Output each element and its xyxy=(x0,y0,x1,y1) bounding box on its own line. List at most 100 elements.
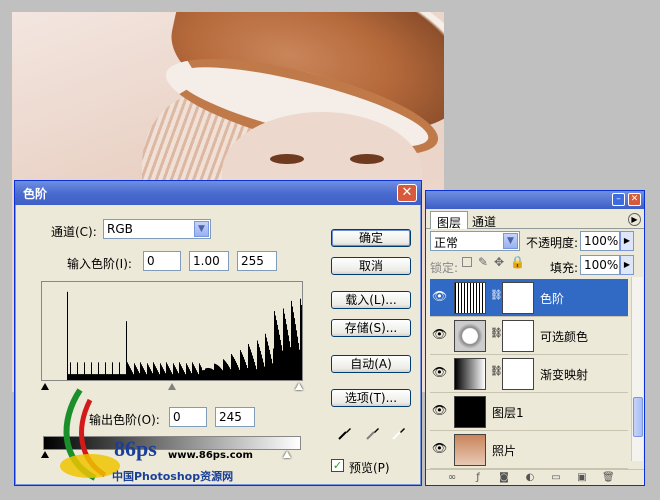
histogram-bar xyxy=(165,373,166,380)
layers-scrollbar[interactable] xyxy=(631,277,643,461)
cancel-button[interactable]: 取消 xyxy=(331,257,411,275)
layer-style-icon[interactable]: ƒ xyxy=(472,472,484,484)
histogram-bar xyxy=(233,357,234,380)
histogram-bar xyxy=(149,367,150,380)
histogram-bar xyxy=(278,329,279,380)
output-white-slider[interactable] xyxy=(283,451,291,458)
layer-row[interactable]: 👁 ⛓ 可选颜色 xyxy=(430,317,628,355)
tab-channels[interactable]: 通道 xyxy=(466,211,502,229)
mask-link-icon[interactable]: ⛓ xyxy=(490,366,503,377)
visibility-eye-icon[interactable]: 👁 xyxy=(432,403,448,419)
histogram-bar xyxy=(287,329,288,380)
mask-link-icon[interactable]: ⛓ xyxy=(490,328,503,339)
input-black-slider[interactable] xyxy=(41,383,49,390)
histogram-bar xyxy=(192,362,193,380)
histogram-bar xyxy=(232,355,233,380)
left-eye-shape xyxy=(270,154,304,164)
visibility-eye-icon[interactable]: 👁 xyxy=(432,441,448,457)
layer-mask-thumbnail[interactable] xyxy=(502,358,534,390)
layer-mask-thumbnail[interactable] xyxy=(502,282,534,314)
visibility-eye-icon[interactable]: 👁 xyxy=(432,365,448,381)
tab-layers[interactable]: 图层 xyxy=(430,211,469,230)
fill-field[interactable]: 100% xyxy=(580,255,620,275)
channel-select[interactable]: RGB ▼ xyxy=(103,219,211,239)
preview-checkbox[interactable]: ✓ xyxy=(331,459,344,472)
mask-link-icon[interactable]: ⛓ xyxy=(490,290,503,301)
input-gamma-field[interactable]: 1.00 xyxy=(189,251,229,271)
blend-mode-select[interactable]: 正常 ▼ xyxy=(430,231,520,251)
new-layer-icon[interactable]: ▣ xyxy=(576,472,588,484)
histogram-bar xyxy=(276,320,277,380)
histogram-bar xyxy=(283,308,284,380)
gray-eyedropper-icon[interactable] xyxy=(365,425,381,441)
scrollbar-thumb[interactable] xyxy=(633,397,643,437)
close-button[interactable]: ✕ xyxy=(397,184,417,202)
histogram-bar xyxy=(215,363,216,380)
histogram-bar xyxy=(202,370,203,380)
lock-transparency-icon[interactable] xyxy=(462,257,472,267)
layer-row[interactable]: 👁 图层1 xyxy=(430,393,628,431)
histogram-bar xyxy=(301,305,302,380)
lock-brush-icon[interactable]: ✎ xyxy=(478,255,488,269)
layer-row[interactable]: 👁 ⛓ 色阶 xyxy=(430,279,628,317)
close-icon[interactable]: ✕ xyxy=(628,193,641,206)
fill-arrow-icon[interactable]: ▶ xyxy=(620,255,634,275)
histogram-bar xyxy=(203,370,204,380)
input-black-field[interactable]: 0 xyxy=(143,251,181,271)
options-button[interactable]: 选项(T)... xyxy=(331,389,411,407)
histogram-bar xyxy=(263,362,264,380)
layer-name: 图层1 xyxy=(492,406,524,420)
visibility-eye-icon[interactable]: 👁 xyxy=(432,289,448,305)
input-white-field[interactable]: 255 xyxy=(237,251,277,271)
input-white-slider[interactable] xyxy=(295,383,303,390)
opacity-arrow-icon[interactable]: ▶ xyxy=(620,231,634,251)
layer-mask-thumbnail[interactable] xyxy=(502,320,534,352)
save-button[interactable]: 存储(S)... xyxy=(331,319,411,337)
panel-menu-icon[interactable]: ▶ xyxy=(628,213,641,226)
histogram-bar xyxy=(167,364,168,380)
histogram-bar xyxy=(168,366,169,380)
layer-row[interactable]: 👁 ⛓ 渐变映射 xyxy=(430,355,628,393)
minimize-icon[interactable]: – xyxy=(612,193,625,206)
visibility-eye-icon[interactable]: 👁 xyxy=(432,327,448,343)
histogram-bar xyxy=(266,337,267,380)
layers-panel-titlebar[interactable]: – ✕ xyxy=(426,191,644,209)
delete-layer-icon[interactable]: 🗑 xyxy=(602,472,615,484)
levels-titlebar[interactable]: 色阶 ✕ xyxy=(15,181,421,205)
histogram-bar xyxy=(180,364,181,380)
lock-move-icon[interactable]: ✥ xyxy=(494,255,504,269)
histogram-bar xyxy=(147,363,148,380)
link-layers-icon[interactable]: ∞ xyxy=(446,472,458,484)
histogram-bar xyxy=(214,363,215,380)
channel-label: 通道(C): xyxy=(51,225,97,239)
histogram-bar xyxy=(171,372,172,380)
chevron-down-icon[interactable]: ▼ xyxy=(503,233,518,249)
white-eyedropper-icon[interactable] xyxy=(391,425,407,441)
histogram-bar xyxy=(222,370,223,380)
histogram-bar xyxy=(129,366,130,380)
histogram-bar xyxy=(199,363,200,380)
lock-all-icon[interactable]: 🔒 xyxy=(510,255,525,269)
histogram-bar xyxy=(150,369,151,380)
new-group-icon[interactable]: ▭ xyxy=(550,472,562,484)
histogram-bar xyxy=(208,367,209,380)
layer-name: 渐变映射 xyxy=(540,368,589,382)
add-mask-icon[interactable]: ◙ xyxy=(498,472,510,484)
auto-button[interactable]: 自动(A) xyxy=(331,355,411,373)
layer-row[interactable]: 👁 照片 xyxy=(430,431,628,469)
output-black-slider[interactable] xyxy=(41,451,49,458)
histogram-bar xyxy=(268,345,269,380)
site-logo: 86ps www.86ps.com 中国Photoshop资源网 xyxy=(50,380,260,490)
histogram-bar xyxy=(270,354,271,380)
chevron-down-icon[interactable]: ▼ xyxy=(194,221,209,237)
histogram-bar xyxy=(218,365,219,380)
histogram-bar xyxy=(139,373,140,380)
gradient-map-thumbnail xyxy=(454,358,486,390)
ok-button[interactable]: 确定 xyxy=(331,229,411,247)
histogram-bar xyxy=(261,354,262,380)
adjustment-layer-icon[interactable]: ◐ xyxy=(524,472,536,484)
black-eyedropper-icon[interactable] xyxy=(337,425,353,441)
opacity-field[interactable]: 100% xyxy=(580,231,620,251)
histogram-bar xyxy=(176,369,177,380)
load-button[interactable]: 载入(L)... xyxy=(331,291,411,309)
